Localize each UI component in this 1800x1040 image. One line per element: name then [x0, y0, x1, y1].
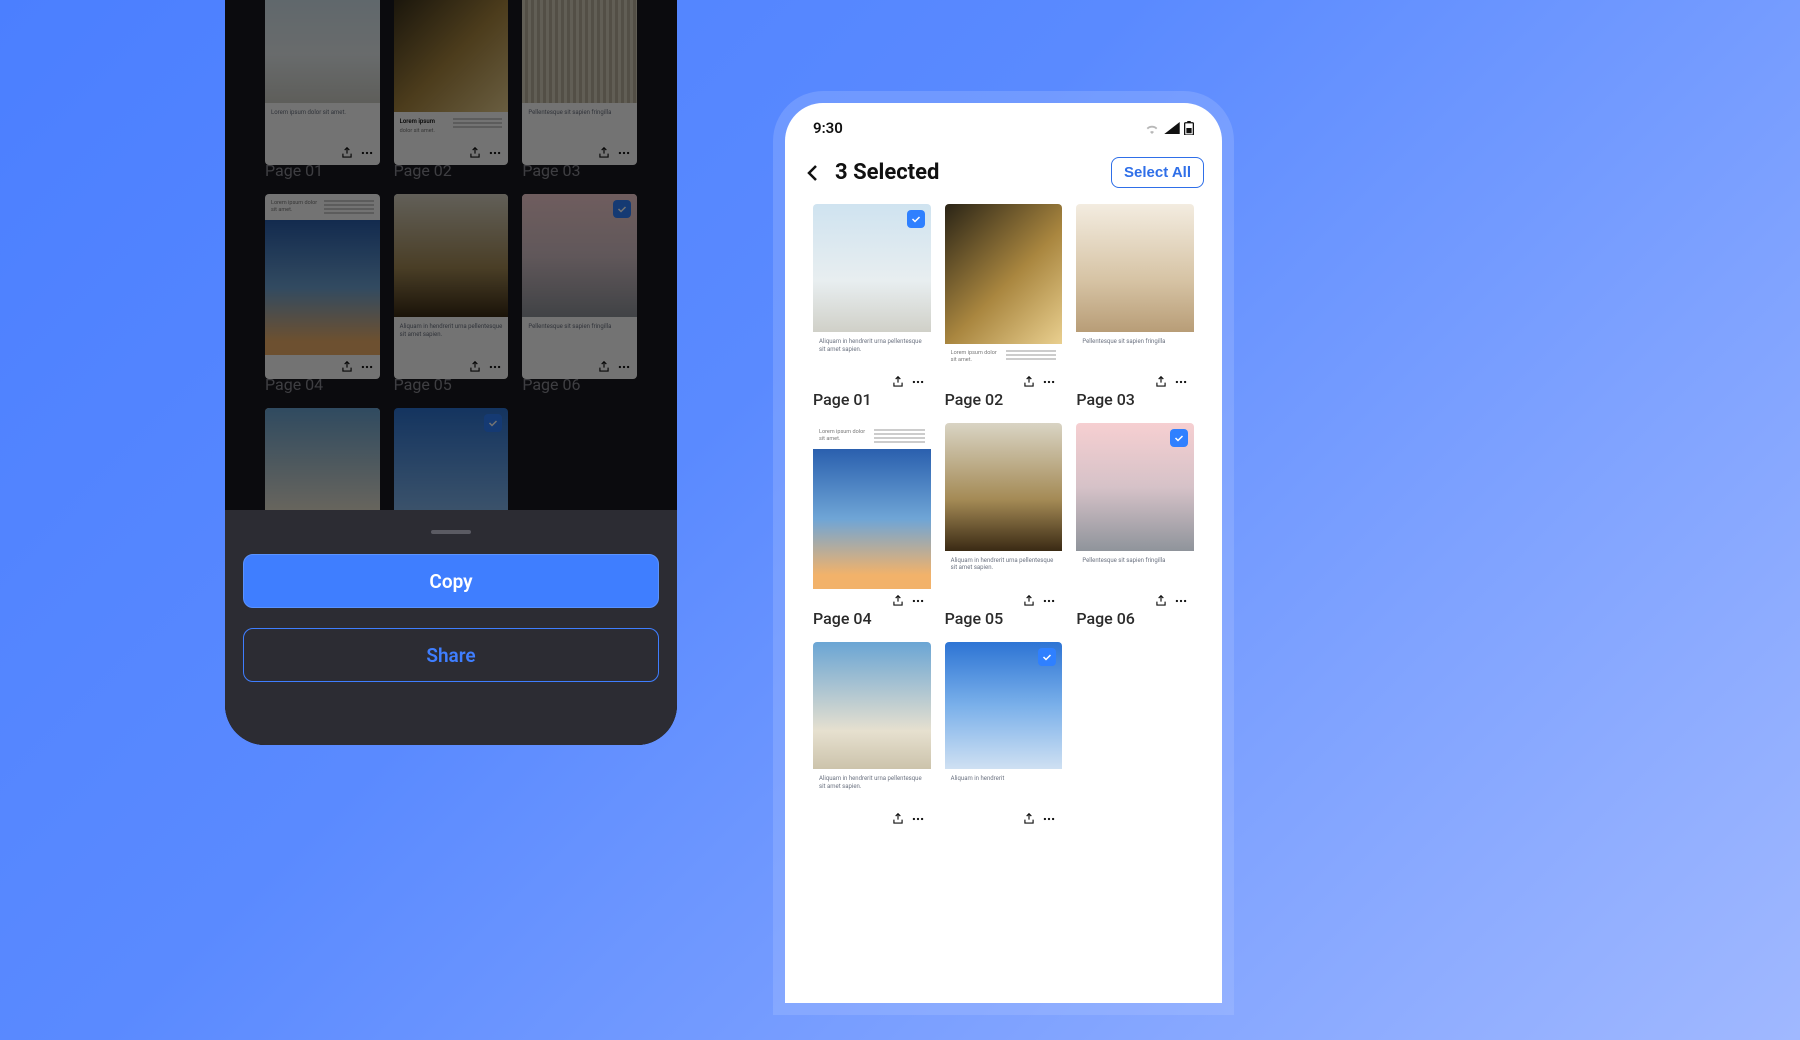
- share-icon[interactable]: [1022, 811, 1036, 825]
- battery-icon: [1184, 121, 1194, 135]
- action-sheet: Copy Share: [225, 510, 677, 745]
- page-cell[interactable]: Aliquam in hendrerit: [945, 642, 1063, 832]
- copy-button[interactable]: Copy: [243, 554, 659, 608]
- page-cell[interactable]: Lorem ipsum dolor sit amet. Page 04: [813, 423, 931, 628]
- more-icon[interactable]: [1042, 811, 1056, 825]
- more-icon[interactable]: [911, 811, 925, 825]
- selection-title: 3 Selected: [835, 160, 939, 185]
- more-icon[interactable]: [1174, 374, 1188, 388]
- page-grid: Aliquam in hendrerit urna pellentesque s…: [785, 198, 1222, 837]
- check-icon: [1038, 648, 1056, 666]
- check-icon: [907, 210, 925, 228]
- phone-light-selection: 9:30 3 Selected Select All Aliquam in he…: [785, 103, 1222, 1003]
- more-icon[interactable]: [1174, 593, 1188, 607]
- page-cell[interactable]: Lorem ipsum dolor sit amet. Page 02: [945, 204, 1063, 409]
- more-icon[interactable]: [911, 374, 925, 388]
- page-cell[interactable]: Pellentesque sit sapien fringilla Page 0…: [1076, 423, 1194, 628]
- share-icon[interactable]: [891, 593, 905, 607]
- status-bar: 9:30: [785, 103, 1222, 143]
- share-icon[interactable]: [1022, 593, 1036, 607]
- selection-topbar: 3 Selected Select All: [785, 143, 1222, 198]
- phone-dark-selection-sheet: Lorem ipsum dolor sit amet. Page 01 Lore…: [225, 0, 677, 745]
- page-cell[interactable]: Aliquam in hendrerit urna pellentesque s…: [945, 423, 1063, 628]
- share-icon[interactable]: [1022, 374, 1036, 388]
- share-button[interactable]: Share: [243, 628, 659, 682]
- signal-icon: [1164, 122, 1180, 134]
- page-cell[interactable]: Pellentesque sit sapien fringilla Page 0…: [1076, 204, 1194, 409]
- chevron-left-icon[interactable]: [801, 161, 825, 185]
- more-icon[interactable]: [1042, 374, 1056, 388]
- page-cell[interactable]: Aliquam in hendrerit urna pellentesque s…: [813, 642, 931, 832]
- share-icon[interactable]: [1154, 374, 1168, 388]
- sheet-grabber[interactable]: [431, 530, 471, 534]
- page-cell[interactable]: Aliquam in hendrerit urna pellentesque s…: [813, 204, 931, 409]
- status-time: 9:30: [813, 119, 843, 137]
- more-icon[interactable]: [1042, 593, 1056, 607]
- check-icon: [1170, 429, 1188, 447]
- more-icon[interactable]: [911, 593, 925, 607]
- share-icon[interactable]: [891, 811, 905, 825]
- share-icon[interactable]: [1154, 593, 1168, 607]
- share-icon[interactable]: [891, 374, 905, 388]
- select-all-button[interactable]: Select All: [1111, 157, 1204, 188]
- wifi-icon: [1144, 122, 1160, 134]
